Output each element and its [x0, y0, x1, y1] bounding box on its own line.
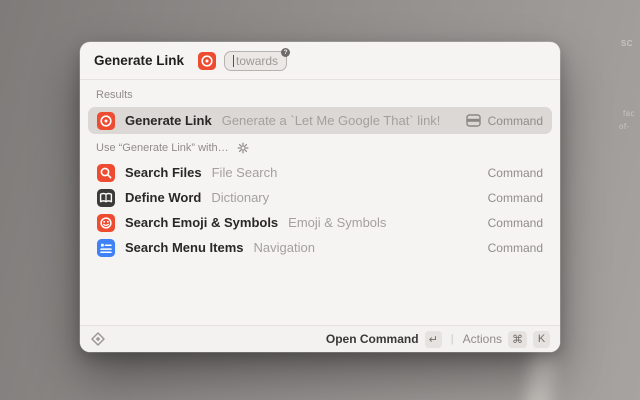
lmgt-icon [97, 112, 115, 130]
sections: Results Generate Link Generate a `Let Me G… [80, 80, 560, 260]
footer-divider: | [451, 333, 454, 345]
emoji-icon [97, 214, 115, 232]
list-item[interactable]: Search Files File Search Command [88, 160, 552, 185]
item-subtitle: Navigation [254, 240, 315, 255]
wallpaper-text-fragment: SC [621, 39, 633, 48]
item-title: Define Word [125, 190, 201, 205]
item-accessory: Command [488, 191, 543, 205]
item-accessory: Command [488, 166, 543, 180]
list-item[interactable]: Search Menu Items Navigation Command [88, 235, 552, 260]
item-accessory: Command [466, 114, 543, 128]
menu-items-icon [97, 239, 115, 257]
actions-button[interactable]: Actions [463, 332, 502, 346]
item-type-label: Command [488, 191, 543, 205]
file-search-icon [97, 164, 115, 182]
argument-placeholder: towards [236, 54, 278, 68]
argument-input[interactable]: towards ? [224, 51, 287, 71]
wallpaper-highlight [523, 349, 556, 400]
item-subtitle: Dictionary [211, 190, 269, 205]
section-label-text: Use “Generate Link” with… [96, 142, 229, 154]
item-type-label: Command [488, 114, 543, 128]
wallpaper-text-fragment: of- [619, 122, 630, 131]
item-title: Search Menu Items [125, 240, 244, 255]
item-accessory: Command [488, 241, 543, 255]
dictionary-icon [97, 189, 115, 207]
item-title: Search Files [125, 165, 202, 180]
item-title: Generate Link [125, 113, 212, 128]
raycast-logo-icon [90, 331, 106, 347]
item-accessory: Command [488, 216, 543, 230]
k-keycap: K [533, 331, 550, 348]
page-title: Generate Link [94, 53, 184, 68]
return-keycap: ↵ [425, 331, 442, 348]
item-type-label: Command [488, 241, 543, 255]
lmgt-icon [198, 52, 216, 70]
argument-required-badge: ? [281, 48, 290, 57]
section-label: Results [88, 82, 552, 107]
open-command-button[interactable]: Open Command [326, 332, 419, 346]
launcher-window: Generate Link towards ? Results Generate … [80, 42, 560, 352]
launcher-footer: Open Command ↵ | Actions ⌘ K [80, 325, 560, 352]
command-keycap: ⌘ [508, 331, 527, 348]
item-subtitle: Generate a `Let Me Google That` link! [222, 113, 441, 128]
item-subtitle: Emoji & Symbols [288, 215, 386, 230]
command-bar-icon [466, 114, 481, 127]
section-label: Use “Generate Link” with… [88, 134, 552, 160]
wallpaper-text-fragment: fac [623, 109, 635, 118]
section-label-text: Results [96, 89, 133, 101]
item-subtitle: File Search [212, 165, 278, 180]
item-title: Search Emoji & Symbols [125, 215, 278, 230]
launcher-header: Generate Link towards ? [80, 42, 560, 80]
text-caret [233, 55, 234, 67]
list-item[interactable]: Generate Link Generate a `Let Me Google T… [88, 107, 552, 134]
gear-icon[interactable] [237, 142, 249, 154]
list-item[interactable]: Search Emoji & Symbols Emoji & Symbols Com… [88, 210, 552, 235]
item-type-label: Command [488, 166, 543, 180]
item-type-label: Command [488, 216, 543, 230]
list-item[interactable]: Define Word Dictionary Command [88, 185, 552, 210]
